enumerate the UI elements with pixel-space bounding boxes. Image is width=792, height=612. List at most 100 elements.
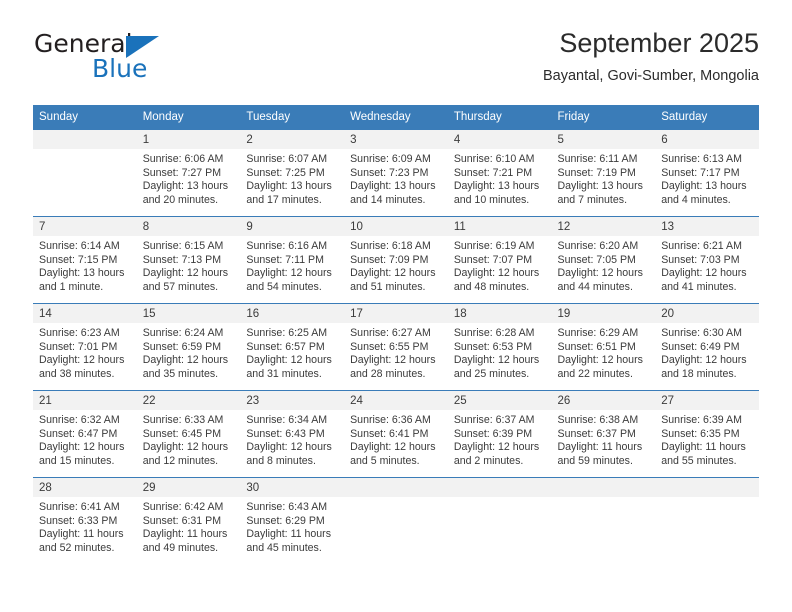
calendar-day-cell-19[interactable]: 19 Sunrise: 6:29 AM Sunset: 6:51 PM Dayligh… xyxy=(551,303,656,391)
day-cell-content: 6 Sunrise: 6:13 AM Sunset: 7:17 PM Daylight… xyxy=(655,130,759,216)
daylight-line-2: and 7 minutes. xyxy=(557,193,628,206)
day-number-band xyxy=(33,130,137,149)
calendar-day-cell-23[interactable]: 23 Sunrise: 6:34 AM Sunset: 6:43 PM Dayligh… xyxy=(240,390,345,478)
day-cell-content: 9 Sunrise: 6:16 AM Sunset: 7:11 PM Daylight… xyxy=(240,217,345,303)
calendar-day-cell-27[interactable]: 27 Sunrise: 6:39 AM Sunset: 6:35 PM Dayligh… xyxy=(655,390,759,478)
calendar-day-cell-21[interactable]: 21 Sunrise: 6:32 AM Sunset: 6:47 PM Dayligh… xyxy=(33,390,137,478)
day-details: Sunrise: 6:10 AM Sunset: 7:21 PM Daylight:… xyxy=(448,149,552,207)
day-number xyxy=(655,478,759,481)
sunrise-line: Sunrise: 6:23 AM xyxy=(39,327,120,339)
calendar-day-cell-10[interactable]: 10 Sunrise: 6:18 AM Sunset: 7:09 PM Dayligh… xyxy=(344,216,448,304)
calendar-day-cell-3[interactable]: 3 Sunrise: 6:09 AM Sunset: 7:23 PM Daylight… xyxy=(344,129,448,217)
calendar-day-cell-4[interactable]: 4 Sunrise: 6:10 AM Sunset: 7:21 PM Daylight… xyxy=(447,129,552,217)
calendar-day-cell-8[interactable]: 8 Sunrise: 6:15 AM Sunset: 7:13 PM Daylight… xyxy=(136,216,241,304)
calendar-day-cell-25[interactable]: 25 Sunrise: 6:37 AM Sunset: 6:39 PM Dayligh… xyxy=(447,390,552,478)
sunset-line: Sunset: 7:19 PM xyxy=(557,166,636,179)
day-cell-content: 28 Sunrise: 6:41 AM Sunset: 6:33 PM Dayligh… xyxy=(33,478,137,563)
calendar-week-row: 21 Sunrise: 6:32 AM Sunset: 6:47 PM Dayligh… xyxy=(33,390,759,478)
calendar-day-cell-6[interactable]: 6 Sunrise: 6:13 AM Sunset: 7:17 PM Daylight… xyxy=(655,129,759,217)
calendar-day-cell-18[interactable]: 18 Sunrise: 6:28 AM Sunset: 6:53 PM Dayligh… xyxy=(447,303,552,391)
daylight-line-2: and 52 minutes. xyxy=(39,541,115,554)
day-details: Sunrise: 6:38 AM Sunset: 6:37 PM Daylight:… xyxy=(552,410,656,468)
daylight-line-1: Daylight: 12 hours xyxy=(350,267,436,280)
day-details: Sunrise: 6:11 AM Sunset: 7:19 PM Daylight:… xyxy=(552,149,656,207)
day-number: 24 xyxy=(350,395,363,407)
day-details: Sunrise: 6:21 AM Sunset: 7:03 PM Daylight:… xyxy=(655,236,759,294)
day-details: Sunrise: 6:37 AM Sunset: 6:39 PM Daylight:… xyxy=(448,410,552,468)
calendar-day-cell-17[interactable]: 17 Sunrise: 6:27 AM Sunset: 6:55 PM Dayligh… xyxy=(344,303,448,391)
day-number-band: 5 xyxy=(551,130,656,149)
day-number-band: 18 xyxy=(447,304,552,323)
daylight-line-2: and 12 minutes. xyxy=(142,454,219,467)
day-details: Sunrise: 6:09 AM Sunset: 7:23 PM Daylight:… xyxy=(344,149,448,207)
day-details: Sunrise: 6:32 AM Sunset: 6:47 PM Daylight:… xyxy=(33,410,137,468)
daylight-line-2: and 54 minutes. xyxy=(246,280,322,293)
day-number: 23 xyxy=(246,395,260,407)
calendar-day-cell-11[interactable]: 11 Sunrise: 6:19 AM Sunset: 7:07 PM Dayligh… xyxy=(447,216,552,304)
day-number-band: 26 xyxy=(551,391,656,410)
calendar-day-cell-16[interactable]: 16 Sunrise: 6:25 AM Sunset: 6:57 PM Dayligh… xyxy=(240,303,345,391)
weekday-header-friday: Friday xyxy=(551,105,656,130)
calendar-week-row: 28 Sunrise: 6:41 AM Sunset: 6:33 PM Dayligh… xyxy=(33,477,759,563)
calendar-day-cell-1[interactable]: 1 Sunrise: 6:06 AM Sunset: 7:27 PM Daylight… xyxy=(136,129,241,217)
daylight-line-2: and 57 minutes. xyxy=(142,280,219,293)
day-number: 28 xyxy=(39,482,52,494)
calendar-day-cell-24[interactable]: 24 Sunrise: 6:36 AM Sunset: 6:41 PM Dayligh… xyxy=(344,390,448,478)
daylight-line-2: and 31 minutes. xyxy=(246,367,322,380)
sunset-line: Sunset: 7:09 PM xyxy=(350,253,429,266)
sunrise-line: Sunrise: 6:06 AM xyxy=(142,153,224,165)
sunset-line: Sunset: 7:01 PM xyxy=(39,340,118,353)
calendar-day-cell-2[interactable]: 2 Sunrise: 6:07 AM Sunset: 7:25 PM Daylight… xyxy=(240,129,345,217)
calendar-day-cell-28[interactable]: 28 Sunrise: 6:41 AM Sunset: 6:33 PM Dayligh… xyxy=(33,477,137,563)
calendar-day-cell-empty xyxy=(33,129,137,217)
day-number: 16 xyxy=(246,308,260,320)
day-number-band: 21 xyxy=(33,391,137,410)
calendar-day-cell-30[interactable]: 30 Sunrise: 6:43 AM Sunset: 6:29 PM Dayligh… xyxy=(240,477,345,563)
day-number-band: 9 xyxy=(240,217,345,236)
sunrise-line: Sunrise: 6:11 AM xyxy=(557,153,638,165)
sunrise-line: Sunrise: 6:10 AM xyxy=(453,153,535,165)
calendar-day-cell-20[interactable]: 20 Sunrise: 6:30 AM Sunset: 6:49 PM Dayligh… xyxy=(655,303,759,391)
calendar-day-cell-5[interactable]: 5 Sunrise: 6:11 AM Sunset: 7:19 PM Daylight… xyxy=(551,129,656,217)
day-cell-content: 30 Sunrise: 6:43 AM Sunset: 6:29 PM Dayligh… xyxy=(240,478,345,563)
sunset-line: Sunset: 6:31 PM xyxy=(142,514,222,527)
day-number-band: 23 xyxy=(240,391,345,410)
sunrise-line: Sunrise: 6:39 AM xyxy=(661,414,742,426)
title-block: September 2025 Bayantal, Govi-Sumber, Mo… xyxy=(543,26,759,85)
sunset-line: Sunset: 7:25 PM xyxy=(246,166,325,179)
day-number xyxy=(33,130,137,133)
sunrise-line: Sunrise: 6:38 AM xyxy=(557,414,639,426)
day-details xyxy=(655,497,759,501)
day-details xyxy=(448,497,552,501)
sunset-line: Sunset: 6:57 PM xyxy=(246,340,325,353)
calendar-day-cell-9[interactable]: 9 Sunrise: 6:16 AM Sunset: 7:11 PM Daylight… xyxy=(240,216,345,304)
daylight-line-1: Daylight: 12 hours xyxy=(39,441,125,454)
calendar-day-cell-29[interactable]: 29 Sunrise: 6:42 AM Sunset: 6:31 PM Dayligh… xyxy=(136,477,241,563)
calendar-day-cell-13[interactable]: 13 Sunrise: 6:21 AM Sunset: 7:03 PM Dayligh… xyxy=(655,216,759,304)
day-number: 12 xyxy=(557,221,571,233)
day-cell-content: 4 Sunrise: 6:10 AM Sunset: 7:21 PM Daylight… xyxy=(447,130,552,216)
sunrise-line: Sunrise: 6:18 AM xyxy=(350,240,431,252)
calendar-day-cell-7[interactable]: 7 Sunrise: 6:14 AM Sunset: 7:15 PM Daylight… xyxy=(33,216,137,304)
day-cell-content: 7 Sunrise: 6:14 AM Sunset: 7:15 PM Daylight… xyxy=(33,217,137,303)
calendar-day-cell-22[interactable]: 22 Sunrise: 6:33 AM Sunset: 6:45 PM Dayligh… xyxy=(136,390,241,478)
calendar-day-cell-empty xyxy=(344,477,448,563)
calendar-day-cell-15[interactable]: 15 Sunrise: 6:24 AM Sunset: 6:59 PM Dayligh… xyxy=(136,303,241,391)
calendar-day-cell-14[interactable]: 14 Sunrise: 6:23 AM Sunset: 7:01 PM Dayligh… xyxy=(33,303,137,391)
day-details: Sunrise: 6:18 AM Sunset: 7:09 PM Daylight:… xyxy=(344,236,448,294)
sunset-line: Sunset: 6:43 PM xyxy=(246,427,325,440)
daylight-line-2: and 35 minutes. xyxy=(142,367,219,380)
daylight-line-2: and 2 minutes. xyxy=(453,454,524,467)
sunset-line: Sunset: 6:37 PM xyxy=(557,427,636,440)
calendar-day-cell-empty xyxy=(551,477,656,563)
day-cell-content: 18 Sunrise: 6:28 AM Sunset: 6:53 PM Dayligh… xyxy=(447,304,552,390)
sunrise-line: Sunrise: 6:36 AM xyxy=(350,414,431,426)
sunset-line: Sunset: 7:17 PM xyxy=(661,166,740,179)
general-blue-logo[interactable]: General Blue xyxy=(33,30,213,88)
day-cell-content: 2 Sunrise: 6:07 AM Sunset: 7:25 PM Daylight… xyxy=(240,130,345,216)
calendar-day-cell-26[interactable]: 26 Sunrise: 6:38 AM Sunset: 6:37 PM Dayligh… xyxy=(551,390,656,478)
day-number-band: 19 xyxy=(551,304,656,323)
calendar-day-cell-12[interactable]: 12 Sunrise: 6:20 AM Sunset: 7:05 PM Dayligh… xyxy=(551,216,656,304)
day-cell-content: 3 Sunrise: 6:09 AM Sunset: 7:23 PM Daylight… xyxy=(344,130,448,216)
daylight-line-2: and 18 minutes. xyxy=(661,367,737,380)
